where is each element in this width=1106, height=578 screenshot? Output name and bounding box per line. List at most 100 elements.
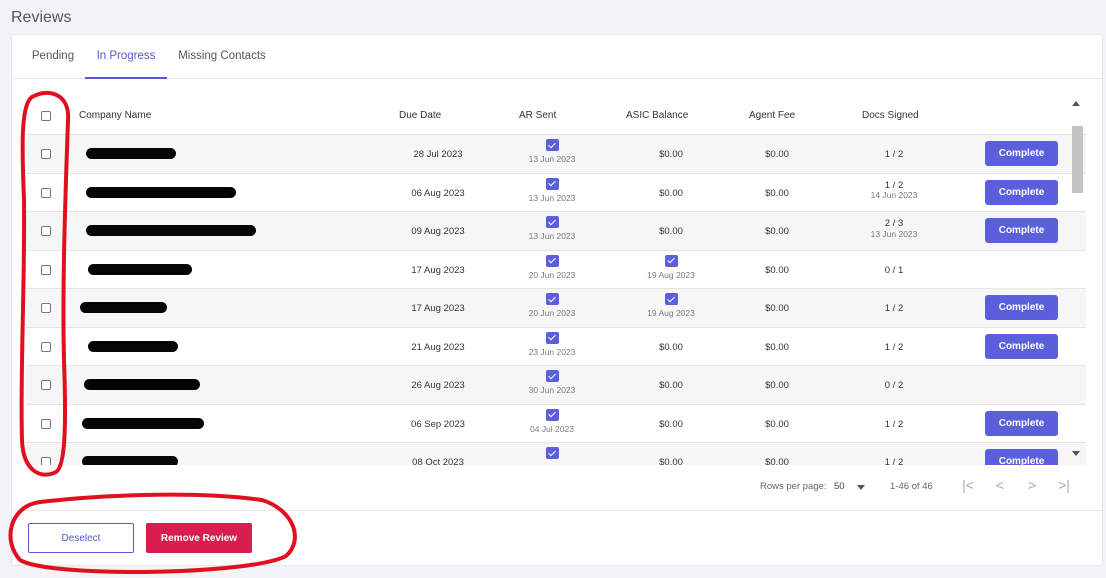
due-date-cell: 28 Jul 2023 xyxy=(413,149,463,160)
previous-page-icon[interactable]: < xyxy=(992,477,1008,493)
complete-button[interactable]: Complete xyxy=(985,179,1058,205)
checked-checkbox-icon xyxy=(545,139,559,151)
complete-button[interactable]: Complete xyxy=(985,333,1058,359)
due-date-cell: 09 Aug 2023 xyxy=(411,226,465,237)
agent-fee-cell: $0.00 xyxy=(765,187,789,199)
table-scrollbar[interactable] xyxy=(1069,93,1085,465)
asic-date: 19 Aug 2023 xyxy=(647,308,695,318)
ar-sent-cell: 13 Jun 2023 xyxy=(512,177,592,204)
agent-fee-cell: $0.00 xyxy=(765,380,789,391)
row-checkbox[interactable] xyxy=(41,341,51,352)
next-page-icon[interactable]: > xyxy=(1024,477,1040,493)
scroll-thumb[interactable] xyxy=(1072,126,1083,193)
first-page-icon[interactable]: |< xyxy=(960,477,976,493)
row-checkbox[interactable] xyxy=(41,303,51,313)
due-date-cell: 06 Sep 2023 xyxy=(411,418,465,430)
tab-missing-contacts[interactable]: Missing Contacts xyxy=(175,35,269,79)
redacted-company-name xyxy=(88,340,178,352)
asic-balance-cell: $0.00 xyxy=(659,380,683,391)
due-date-cell: 06 Aug 2023 xyxy=(411,187,465,199)
tab-pending[interactable]: Pending xyxy=(26,35,80,79)
ar-sent-cell: 30 Jun 2023 xyxy=(512,370,592,396)
table-row[interactable]: 08 Oct 2023 $0.00 $0.00 1 / 2 Complete xyxy=(26,443,1086,465)
row-checkbox[interactable] xyxy=(41,264,51,275)
remove-review-button[interactable]: Remove Review xyxy=(146,523,252,553)
docs-signed-date: 14 Jun 2023 xyxy=(870,190,918,201)
complete-button[interactable]: Complete xyxy=(985,218,1058,243)
asic-balance-cell: 19 Aug 2023 xyxy=(626,293,716,319)
table-row[interactable]: 06 Sep 2023 04 Jul 2023 $0.00 $0.00 1 / 2 Com… xyxy=(26,405,1086,443)
complete-button[interactable]: Complete xyxy=(985,449,1058,465)
ar-sent-date: 13 Jun 2023 xyxy=(528,192,576,203)
asic-balance-cell: $0.00 xyxy=(659,341,683,353)
agent-fee-cell: $0.00 xyxy=(765,149,789,160)
complete-button[interactable]: Complete xyxy=(985,141,1058,166)
row-checkbox[interactable] xyxy=(41,226,51,236)
chevron-down-icon[interactable] xyxy=(857,485,865,490)
docs-signed-cell: 0 / 1 xyxy=(884,264,904,276)
tab-in-progress[interactable]: In Progress xyxy=(85,35,167,79)
docs-signed-cell: 1 / 2 xyxy=(884,149,904,160)
rows-per-page-label: Rows per page: xyxy=(760,481,827,492)
checked-checkbox-icon xyxy=(545,370,559,382)
redacted-company-name xyxy=(88,263,192,275)
checked-checkbox-icon xyxy=(545,216,559,228)
row-checkbox[interactable] xyxy=(41,187,51,198)
asic-balance-cell: $0.00 xyxy=(659,149,683,160)
header-asic-balance: ASIC Balance xyxy=(626,110,689,121)
ar-sent-cell xyxy=(512,447,592,462)
table-row[interactable]: 21 Aug 2023 23 Jun 2023 $0.00 $0.00 1 / 2 Com… xyxy=(26,328,1086,366)
row-checkbox[interactable] xyxy=(41,418,51,429)
ar-sent-cell: 04 Jul 2023 xyxy=(512,408,592,435)
asic-date: 19 Aug 2023 xyxy=(647,269,695,280)
redacted-company-name xyxy=(82,417,204,429)
due-date-cell: 17 Aug 2023 xyxy=(411,303,465,314)
docs-signed-count: 2 / 3 xyxy=(884,218,904,229)
docs-signed-cell: 1 / 2 xyxy=(884,341,904,353)
deselect-button[interactable]: Deselect xyxy=(28,523,134,553)
table-row[interactable]: 17 Aug 2023 20 Jun 2023 19 Aug 2023 $0.00 0 … xyxy=(26,251,1086,289)
checked-checkbox-icon xyxy=(545,447,559,459)
ar-sent-date: 13 Jun 2023 xyxy=(528,231,576,241)
asic-balance-cell: $0.00 xyxy=(659,457,683,465)
scroll-up-icon[interactable] xyxy=(1072,101,1080,106)
redacted-company-name xyxy=(86,225,256,236)
last-page-icon[interactable]: >| xyxy=(1056,477,1072,493)
docs-signed-cell: 1 / 2 xyxy=(884,457,904,465)
table-row[interactable]: 09 Aug 2023 13 Jun 2023 $0.00 $0.00 2 / 3 13 … xyxy=(26,212,1086,251)
row-checkbox[interactable] xyxy=(41,149,51,159)
ar-sent-cell: 13 Jun 2023 xyxy=(512,216,592,242)
docs-signed-cell: 1 / 2 xyxy=(884,303,904,314)
table-row[interactable]: 26 Aug 2023 30 Jun 2023 $0.00 $0.00 0 / 2 xyxy=(26,366,1086,405)
table-row[interactable]: 06 Aug 2023 13 Jun 2023 $0.00 $0.00 1 / 2 14 … xyxy=(26,174,1086,212)
pagination-range: 1-46 of 46 xyxy=(890,481,933,492)
scroll-down-icon[interactable] xyxy=(1072,451,1080,456)
ar-sent-cell: 23 Jun 2023 xyxy=(512,331,592,358)
complete-button[interactable]: Complete xyxy=(985,410,1058,436)
asic-balance-cell: $0.00 xyxy=(659,187,683,199)
agent-fee-cell: $0.00 xyxy=(765,303,789,314)
checked-checkbox-icon xyxy=(545,293,559,305)
agent-fee-cell: $0.00 xyxy=(765,264,789,276)
checked-checkbox-icon xyxy=(545,177,559,190)
ar-sent-cell: 20 Jun 2023 xyxy=(512,254,592,281)
ar-sent-date: 23 Jun 2023 xyxy=(528,346,576,357)
redacted-company-name xyxy=(86,186,236,198)
header-company-name: Company Name xyxy=(79,110,152,121)
redacted-company-name xyxy=(80,302,167,313)
due-date-cell: 21 Aug 2023 xyxy=(411,341,465,353)
rows-per-page-select[interactable]: 50 xyxy=(834,481,845,492)
asic-balance-cell: $0.00 xyxy=(659,226,683,237)
select-all-checkbox[interactable] xyxy=(41,111,51,121)
complete-button[interactable]: Complete xyxy=(985,295,1058,320)
checked-checkbox-icon xyxy=(664,293,678,305)
row-checkbox[interactable] xyxy=(41,380,51,390)
table-footer: Rows per page: 50 1-46 of 46 |< < > >| xyxy=(12,471,1102,511)
table-row[interactable]: 28 Jul 2023 13 Jun 2023 $0.00 $0.00 1 / 2 Com… xyxy=(26,135,1086,174)
row-checkbox[interactable] xyxy=(41,457,51,465)
redacted-company-name xyxy=(84,379,200,390)
header-due-date: Due Date xyxy=(399,110,442,121)
table-row[interactable]: 17 Aug 2023 20 Jun 2023 19 Aug 2023 $0.00 1 … xyxy=(26,289,1086,328)
agent-fee-cell: $0.00 xyxy=(765,341,789,353)
docs-signed-cell: 1 / 2 14 Jun 2023 xyxy=(852,180,936,203)
